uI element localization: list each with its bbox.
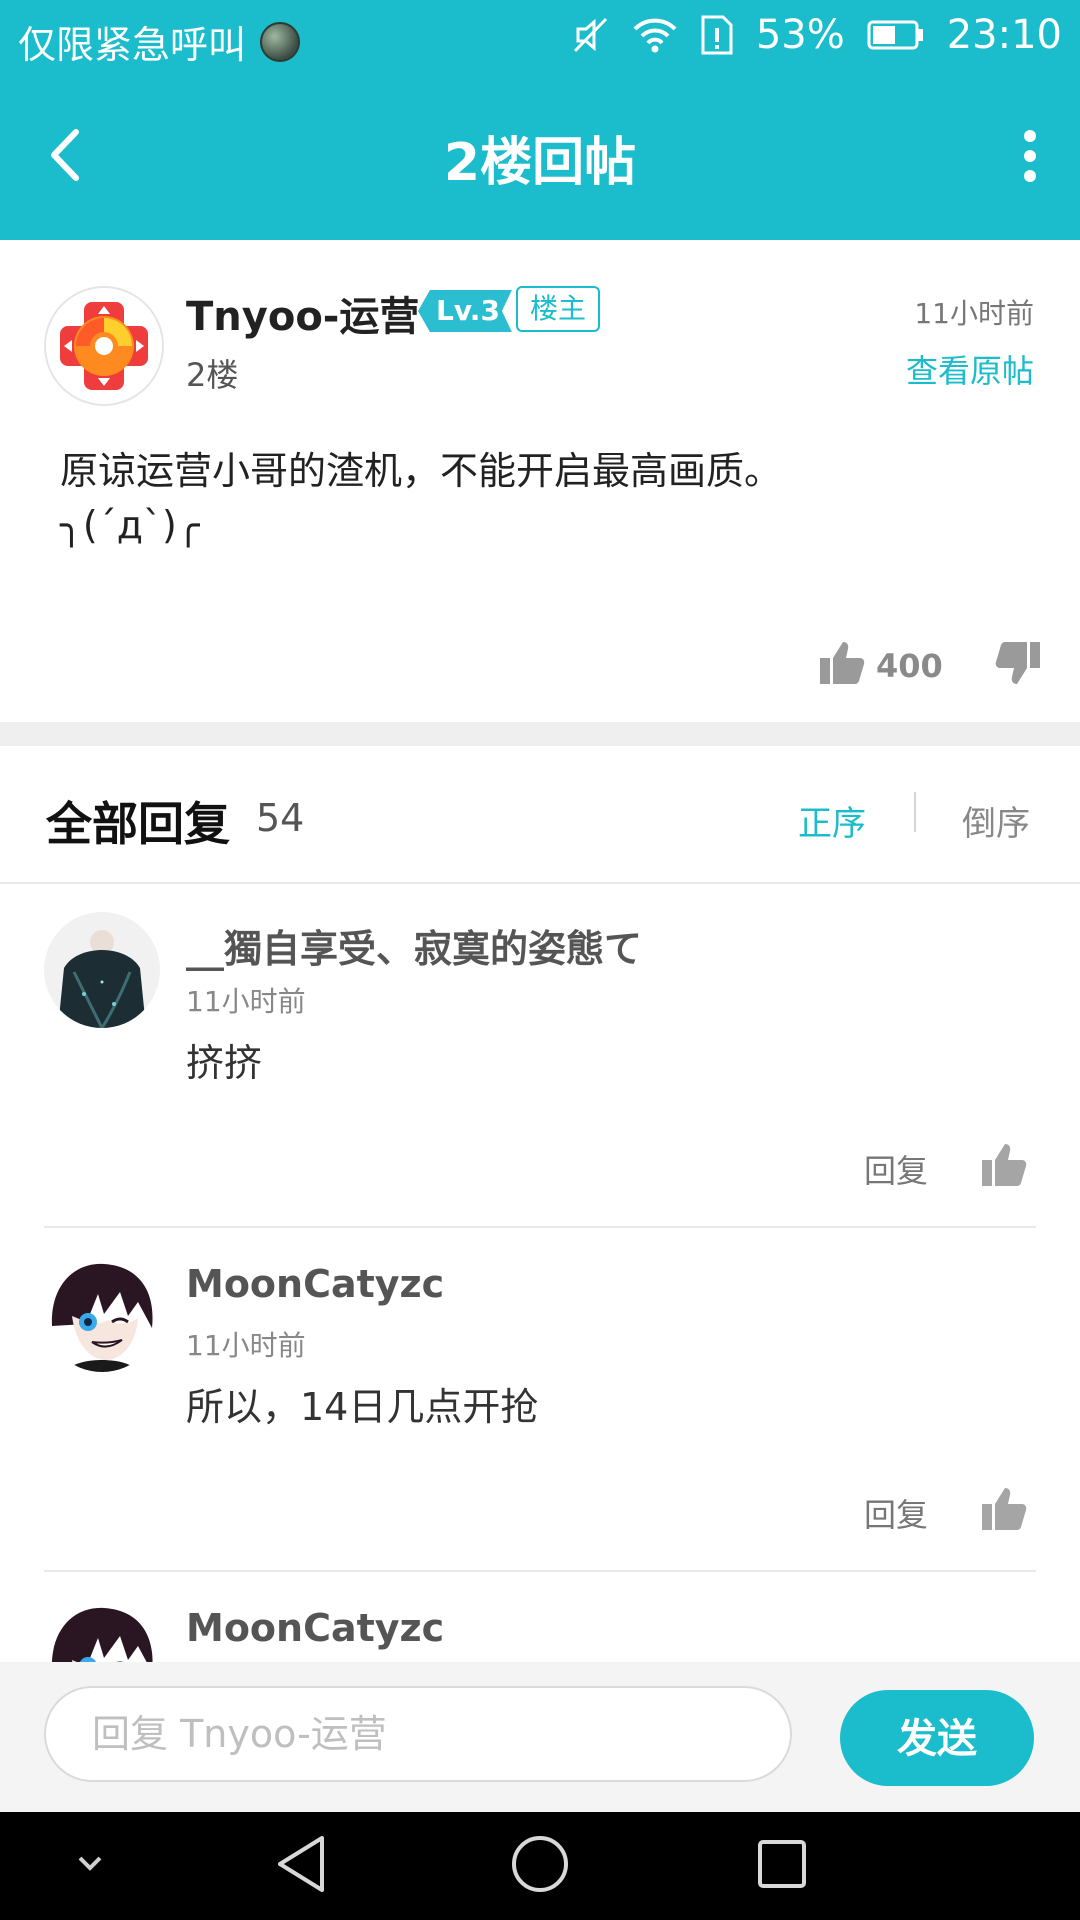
page-title: 2楼回帖 [443,133,637,193]
like-button[interactable]: 400 [818,638,943,694]
reply-input[interactable] [44,1686,792,1782]
replies-title: 全部回复 [46,797,230,851]
reply-button[interactable]: 回复 [864,1146,928,1192]
title-bar: 2楼回帖 [0,76,1080,240]
carrier-label: 仅限紧急呼叫 [18,23,247,67]
post-content: 原谅运营小哥的渣机，不能开启最高画质。 ╮(´д`)╭ [60,444,1020,552]
sort-divider [914,792,916,832]
reply-time: 11小时前 [186,1329,306,1362]
reply-item: __獨自享受、寂寞的姿態て 11小时前 挤挤 回复 [0,884,1080,1228]
network-globe-icon [260,21,301,62]
reply-username[interactable]: MoonCatyzc [186,1606,444,1650]
reply-avatar[interactable] [44,1600,160,1662]
battery-percent: 53% [755,12,845,58]
sort-ascending-tab[interactable]: 正序 [798,796,866,845]
replies-header: 全部回复 54 正序 倒序 [0,746,1080,884]
thumbs-up-icon[interactable] [980,1140,1028,1192]
floor-post: Tnyoo-运营 Lv.3 楼主 2楼 11小时前 查看原帖 原谅运营小哥的渣机… [0,240,1080,722]
system-nav-bar [0,1812,1080,1920]
floor-number: 2楼 [186,356,239,394]
level-badge: Lv.3 [418,290,512,332]
nav-home-icon[interactable] [508,1832,572,1900]
nav-recents-icon[interactable] [752,1832,812,1900]
status-bar: 仅限紧急呼叫 53% 23:10 [0,0,1080,76]
reply-time: 11小时前 [186,985,306,1018]
post-time: 11小时前 [914,297,1034,330]
clock: 23:10 [946,12,1062,58]
reply-button[interactable]: 回复 [864,1490,928,1536]
app-header: 仅限紧急呼叫 53% 23:10 2楼回帖 [0,0,1080,240]
collapse-chevron-icon[interactable] [70,1850,110,1884]
reply-avatar[interactable] [44,1256,160,1372]
status-left: 仅限紧急呼叫 [18,14,301,69]
sort-descending-tab[interactable]: 倒序 [962,796,1030,845]
post-content-line1: 原谅运营小哥的渣机，不能开启最高画质。 [60,449,783,493]
author-avatar[interactable] [44,286,164,406]
owner-badge: 楼主 [516,286,601,332]
like-count: 400 [876,647,943,685]
thumbs-down-icon[interactable] [994,640,1042,692]
author-name[interactable]: Tnyoo-运营 [186,284,419,342]
mute-icon [570,15,610,55]
reply-text: 所以，14日几点开抢 [186,1385,539,1429]
thumbs-up-icon [818,638,866,694]
reply-avatar[interactable] [44,912,160,1028]
battery-icon [867,19,925,51]
more-options-icon[interactable] [1018,126,1042,186]
reply-text: 挤挤 [186,1041,263,1085]
sim-alert-icon [700,14,734,56]
thumbs-up-icon[interactable] [980,1484,1028,1536]
status-right: 53% 23:10 [570,12,1062,58]
reply-username[interactable]: MoonCatyzc [186,1262,444,1306]
nav-back-icon[interactable] [272,1832,332,1900]
reply-item: MoonCatyzc 11小时前 所以，14日几点开抢 回复 [0,1228,1080,1572]
post-content-line2: ╮(´д`)╭ [60,503,200,547]
reply-username[interactable]: __獨自享受、寂寞的姿態て [186,918,642,973]
view-original-link[interactable]: 查看原帖 [906,346,1034,392]
section-divider [0,722,1080,746]
reply-item: MoonCatyzc [0,1572,1080,1662]
reply-input-bar: 发送 [0,1662,1080,1812]
send-button[interactable]: 发送 [840,1690,1034,1786]
replies-count: 54 [256,796,305,840]
wifi-icon [632,15,678,55]
